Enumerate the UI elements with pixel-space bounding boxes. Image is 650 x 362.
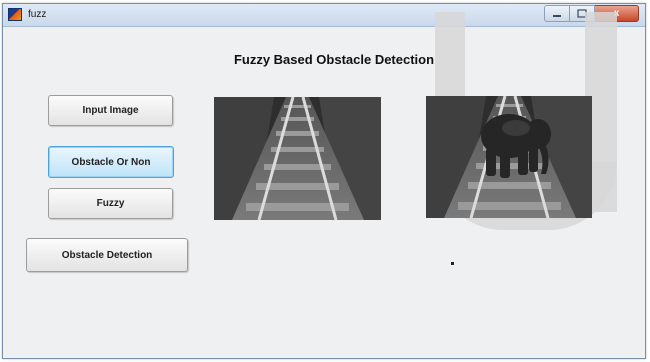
matlab-icon — [8, 8, 22, 21]
obstacle-or-non-button[interactable]: Obstacle Or Non — [48, 146, 174, 178]
obstacle-image-panel — [426, 96, 592, 218]
fuzzy-button[interactable]: Fuzzy — [48, 188, 173, 219]
input-image-panel — [214, 97, 381, 220]
obstacle-detection-button[interactable]: Obstacle Detection — [26, 238, 188, 272]
input-image-button[interactable]: Input Image — [48, 95, 173, 126]
page-title: Fuzzy Based Obstacle Detection — [233, 52, 435, 67]
app-window: fuzz x Fuzzy Based Obstacle Detection In… — [2, 3, 646, 359]
railway-track-with-elephant-image — [426, 96, 592, 218]
window-title: fuzz — [28, 9, 47, 20]
status-dot — [451, 262, 454, 265]
railway-track-image — [214, 97, 381, 220]
